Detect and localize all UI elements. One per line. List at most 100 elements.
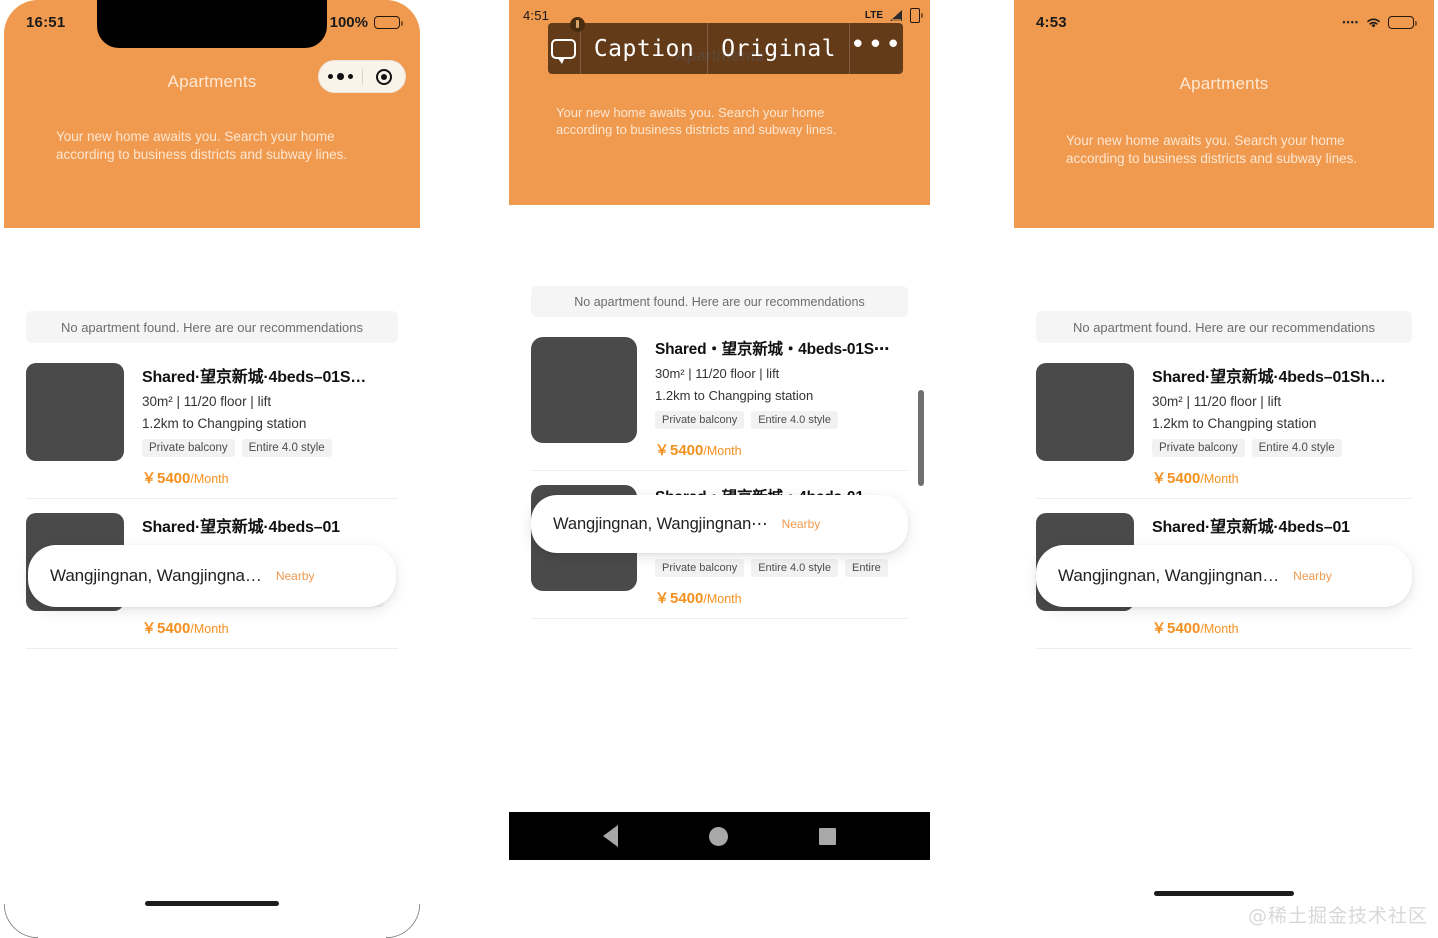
caption-button[interactable]: Caption (581, 23, 709, 74)
listing-thumbnail (26, 363, 124, 461)
back-icon[interactable] (602, 825, 618, 847)
empty-notice: No apartment found. Here are our recomme… (1036, 311, 1412, 343)
listing-tag: Entire 4.0 style (751, 559, 838, 577)
battery-percent-label: 100% (329, 13, 368, 31)
content-sheet-1: Wangjingnan, Wangjingna… Nearby No apart… (4, 311, 420, 649)
hero-header-1: 16:51 100% Apartments Your new home awai… (4, 0, 420, 228)
tagline-line-2: according to business districts and subw… (556, 122, 837, 138)
network-label: LTE (864, 9, 883, 21)
wechat-capsule[interactable] (318, 60, 406, 93)
home-indicator[interactable] (1154, 891, 1294, 896)
hero-tagline: Your new home awaits you. Search your ho… (1066, 132, 1434, 168)
listing-tag: Private balcony (655, 559, 745, 577)
status-right-3: •••• (1342, 15, 1417, 29)
signal-dots-icon: •••• (1342, 17, 1359, 27)
price-currency: ￥ (1152, 470, 1166, 486)
status-time: 16:51 (26, 13, 66, 31)
listing-tag: Entire 4.0 style (751, 411, 838, 429)
tagline-line-2: according to business districts and subw… (56, 146, 348, 162)
price-currency: ￥ (655, 590, 669, 606)
listing-tags: Private balcony Entire 4.0 style (1152, 439, 1412, 457)
price-period: /Month (190, 622, 229, 636)
listing-thumbnail (531, 337, 637, 443)
listing-title: Shared·望京新城·4beds–01 (142, 519, 340, 536)
listing-meta: 30m² | 11/20 floor | lift (142, 394, 272, 409)
empty-notice: No apartment found. Here are our recomme… (26, 311, 398, 343)
battery-icon (374, 15, 403, 29)
tagline-line-1: Your new home awaits you. Search your ho… (556, 105, 825, 120)
listing-price: ￥5400/Month (1152, 618, 1412, 638)
price-value: 5400 (157, 470, 191, 487)
tagline-line-1: Your new home awaits you. Search your ho… (1066, 133, 1345, 148)
listing-distance: 1.2km to Changping station (142, 416, 307, 431)
search-input[interactable]: Wangjingnan, Wangjingnan… Nearby (1036, 545, 1412, 607)
listing-price: ￥5400/Month (1152, 468, 1412, 488)
listing-title: Shared·望京新城·4beds–01 (1152, 519, 1350, 536)
translate-toolbar[interactable]: Caption Original ••• (548, 17, 903, 74)
price-value: 5400 (1167, 620, 1201, 637)
price-currency: ￥ (655, 442, 669, 458)
nearby-button[interactable]: Nearby (782, 517, 821, 531)
listing-tag: Private balcony (655, 411, 745, 429)
watermark: @稀土掘金技术社区 (1247, 905, 1428, 927)
status-bar-1: 16:51 100% (4, 0, 420, 44)
battery-icon (1388, 15, 1417, 29)
price-value: 5400 (670, 442, 704, 459)
price-period: /Month (1200, 622, 1239, 636)
status-time: 4:53 (1036, 13, 1067, 31)
listing-tag: Entire (844, 559, 888, 577)
price-value: 5400 (670, 590, 704, 607)
list-item[interactable]: Shared·望京新城·4beds–01Sh… 30m² | 11/20 flo… (1036, 349, 1412, 499)
tagline-line-2: according to business districts and subw… (1066, 150, 1358, 166)
bottom-right-corner (386, 904, 420, 938)
listing-tags: Private balcony Entire 4.0 style Entire (655, 559, 908, 577)
phone-android-translate: 4:51 LTE Apartments Your new home awaits… (509, 0, 930, 860)
search-input[interactable]: Wangjingnan, Wangjingnan⋯ Nearby (531, 495, 908, 553)
listing-meta: 30m² | 11/20 floor | lift (655, 366, 780, 381)
price-period: /Month (703, 592, 742, 606)
content-sheet-3: Wangjingnan, Wangjingnan… Nearby No apar… (1014, 311, 1434, 649)
screenshot-stage: 16:51 100% Apartments Your new home awai… (0, 0, 1438, 938)
listing-tags: Private balcony Entire 4.0 style (142, 439, 398, 457)
nearby-button[interactable]: Nearby (276, 569, 315, 583)
page-title: Apartments (1179, 74, 1269, 93)
price-value: 5400 (1167, 470, 1201, 487)
results-list-2: No apartment found. Here are our recomme… (509, 286, 930, 619)
status-time: 4:51 (523, 7, 550, 23)
list-item[interactable]: Shared·望京新城·4beds–01S… 30m² | 11/20 floo… (26, 349, 398, 499)
price-period: /Month (703, 444, 742, 458)
original-button[interactable]: Original (708, 23, 851, 74)
android-navigation-bar (509, 812, 930, 860)
price-period: /Month (190, 472, 229, 486)
search-input[interactable]: Wangjingnan, Wangjingna… Nearby (28, 545, 396, 607)
recents-icon[interactable] (819, 827, 837, 845)
listing-title: Shared·望京新城·4beds–01Sh… (1152, 369, 1386, 386)
listing-price: ￥5400/Month (142, 618, 398, 638)
tagline-line-1: Your new home awaits you. Search your ho… (56, 129, 335, 144)
vertical-scrollbar[interactable] (918, 390, 924, 486)
price-currency: ￥ (1152, 620, 1166, 636)
list-item[interactable]: Shared・望京新城・4beds-01S⋯ 30m² | 11/20 floo… (531, 323, 908, 471)
more-options-icon[interactable]: ••• (850, 23, 903, 74)
ellipsis-icon[interactable] (319, 73, 362, 80)
home-indicator[interactable] (145, 901, 279, 906)
home-icon[interactable] (708, 826, 728, 846)
listing-tag: Private balcony (1152, 439, 1245, 457)
search-value: Wangjingnan, Wangjingnan… (1058, 566, 1280, 585)
listing-distance: 1.2km to Changping station (655, 388, 814, 403)
listing-title: Shared·望京新城·4beds–01S… (142, 369, 367, 386)
target-icon[interactable] (363, 68, 406, 85)
status-right-1: 100% (329, 13, 403, 31)
listing-thumbnail (1036, 363, 1134, 461)
price-period: /Month (1200, 472, 1239, 486)
price-value: 5400 (157, 620, 191, 637)
phone-wechat-ios: 16:51 100% Apartments Your new home awai… (4, 0, 420, 938)
status-right-2: LTE (864, 7, 923, 23)
listing-tag: Entire 4.0 style (241, 439, 332, 457)
nearby-button[interactable]: Nearby (1293, 569, 1332, 583)
listing-tag: Private balcony (142, 439, 235, 457)
content-sheet-2: Wangjingnan, Wangjingnan⋯ Nearby No apar… (509, 286, 930, 619)
listing-title: Shared・望京新城・4beds-01S⋯ (655, 341, 890, 358)
listing-price: ￥5400/Month (655, 588, 908, 608)
listing-price: ￥5400/Month (142, 468, 398, 488)
